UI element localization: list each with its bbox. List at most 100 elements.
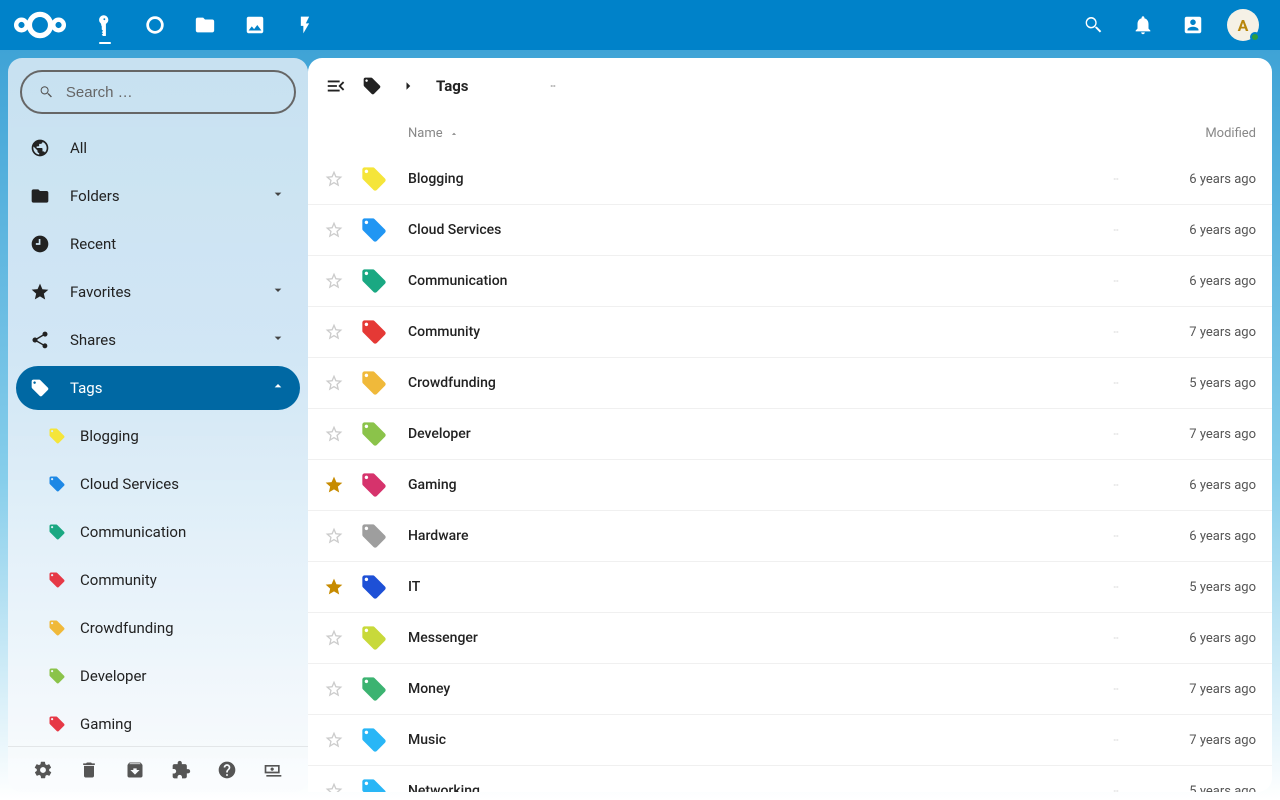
settings-icon[interactable]	[31, 758, 55, 782]
sidebar-item-shares[interactable]: Shares	[16, 318, 300, 362]
table-row[interactable]: Hardware 6 years ago	[308, 511, 1272, 562]
breadcrumb-tag-icon[interactable]	[360, 74, 384, 98]
row-name: Crowdfunding	[408, 375, 1086, 391]
sidebar-tag-item[interactable]: Communication	[34, 510, 300, 554]
table-row[interactable]: Cloud Services 6 years ago	[308, 205, 1272, 256]
row-actions-icon[interactable]	[1086, 278, 1146, 284]
search-input[interactable]	[66, 84, 278, 101]
sort-asc-icon	[449, 129, 459, 139]
tag-icon	[360, 471, 408, 499]
app-passwords-icon[interactable]	[80, 0, 130, 50]
table-row[interactable]: Community 7 years ago	[308, 307, 1272, 358]
app-files-icon[interactable]	[180, 0, 230, 50]
row-name: Hardware	[408, 528, 1086, 544]
row-actions-icon[interactable]	[1086, 482, 1146, 488]
archive-icon[interactable]	[123, 758, 147, 782]
more-actions-icon[interactable]	[541, 74, 565, 98]
row-name: Cloud Services	[408, 222, 1086, 238]
table-row[interactable]: Blogging 6 years ago	[308, 154, 1272, 205]
favorite-toggle[interactable]	[324, 169, 360, 189]
notifications-icon[interactable]	[1118, 0, 1168, 50]
collapse-sidebar-icon[interactable]	[324, 74, 348, 98]
table-row[interactable]: IT 5 years ago	[308, 562, 1272, 613]
tag-icon	[48, 619, 66, 637]
favorite-toggle[interactable]	[324, 424, 360, 444]
help-icon[interactable]	[215, 758, 239, 782]
row-actions-icon[interactable]	[1086, 533, 1146, 539]
search-box[interactable]	[20, 70, 296, 114]
table-row[interactable]: Crowdfunding 5 years ago	[308, 358, 1272, 409]
row-actions-icon[interactable]	[1086, 737, 1146, 743]
app-circle-icon[interactable]	[130, 0, 180, 50]
row-actions-icon[interactable]	[1086, 380, 1146, 386]
favorite-toggle[interactable]	[324, 628, 360, 648]
favorite-toggle[interactable]	[324, 271, 360, 291]
avatar[interactable]: A	[1227, 9, 1259, 41]
sidebar-tag-label: Crowdfunding	[80, 619, 174, 637]
sidebar-tag-label: Developer	[80, 667, 147, 685]
row-actions-icon[interactable]	[1086, 635, 1146, 641]
table-row[interactable]: Communication 6 years ago	[308, 256, 1272, 307]
sidebar-tag-label: Blogging	[80, 427, 139, 445]
sidebar-item-all[interactable]: All	[16, 126, 300, 170]
favorite-toggle[interactable]	[324, 781, 360, 792]
sidebar-item-tags[interactable]: Tags	[16, 366, 300, 410]
tag-icon	[360, 624, 408, 652]
tag-icon	[360, 573, 408, 601]
chevron-right-icon	[396, 74, 420, 98]
page-title: Tags	[436, 77, 469, 95]
sidebar-tag-label: Community	[80, 571, 157, 589]
sidebar-tag-item[interactable]: Gaming	[34, 702, 300, 746]
favorite-toggle[interactable]	[324, 475, 360, 495]
tag-icon	[360, 318, 408, 346]
app-photos-icon[interactable]	[230, 0, 280, 50]
row-actions-icon[interactable]	[1086, 431, 1146, 437]
nextcloud-logo[interactable]	[12, 10, 68, 40]
table-row[interactable]: Messenger 6 years ago	[308, 613, 1272, 664]
sidebar-item-favorites[interactable]: Favorites	[16, 270, 300, 314]
sidebar-item-folders[interactable]: Folders	[16, 174, 300, 218]
row-actions-icon[interactable]	[1086, 788, 1146, 792]
favorite-toggle[interactable]	[324, 526, 360, 546]
table-row[interactable]: Developer 7 years ago	[308, 409, 1272, 460]
row-actions-icon[interactable]	[1086, 584, 1146, 590]
table-row[interactable]: Money 7 years ago	[308, 664, 1272, 715]
search-icon[interactable]	[1068, 0, 1118, 50]
sidebar-tag-item[interactable]: Blogging	[34, 414, 300, 458]
row-actions-icon[interactable]	[1086, 329, 1146, 335]
favorite-toggle[interactable]	[324, 679, 360, 699]
row-modified: 5 years ago	[1146, 784, 1256, 793]
donate-icon[interactable]	[261, 758, 285, 782]
row-actions-icon[interactable]	[1086, 176, 1146, 182]
column-name[interactable]: Name	[408, 126, 1086, 141]
contacts-icon[interactable]	[1168, 0, 1218, 50]
favorite-toggle[interactable]	[324, 322, 360, 342]
apps-icon[interactable]	[169, 758, 193, 782]
column-modified[interactable]: Modified	[1146, 126, 1256, 141]
table-row[interactable]: Networking 5 years ago	[308, 766, 1272, 792]
favorite-toggle[interactable]	[324, 373, 360, 393]
favorite-toggle[interactable]	[324, 220, 360, 240]
sidebar-tag-item[interactable]: Crowdfunding	[34, 606, 300, 650]
favorite-toggle[interactable]	[324, 577, 360, 597]
app-activity-icon[interactable]	[280, 0, 330, 50]
star-icon	[30, 282, 54, 302]
sidebar-item-label: All	[70, 139, 87, 157]
share-icon	[30, 330, 54, 350]
sidebar-tag-item[interactable]: Community	[34, 558, 300, 602]
row-name: Messenger	[408, 630, 1086, 646]
sidebar-item-recent[interactable]: Recent	[16, 222, 300, 266]
row-actions-icon[interactable]	[1086, 227, 1146, 233]
tag-icon	[360, 675, 408, 703]
top-header: A	[0, 0, 1280, 50]
table-row[interactable]: Gaming 6 years ago	[308, 460, 1272, 511]
row-name: IT	[408, 579, 1086, 595]
trash-icon[interactable]	[77, 758, 101, 782]
tag-icon	[360, 216, 408, 244]
row-actions-icon[interactable]	[1086, 686, 1146, 692]
sidebar-tag-item[interactable]: Cloud Services	[34, 462, 300, 506]
table-row[interactable]: Music 7 years ago	[308, 715, 1272, 766]
favorite-toggle[interactable]	[324, 730, 360, 750]
sidebar-tag-item[interactable]: Developer	[34, 654, 300, 698]
user-menu[interactable]: A	[1218, 0, 1268, 50]
